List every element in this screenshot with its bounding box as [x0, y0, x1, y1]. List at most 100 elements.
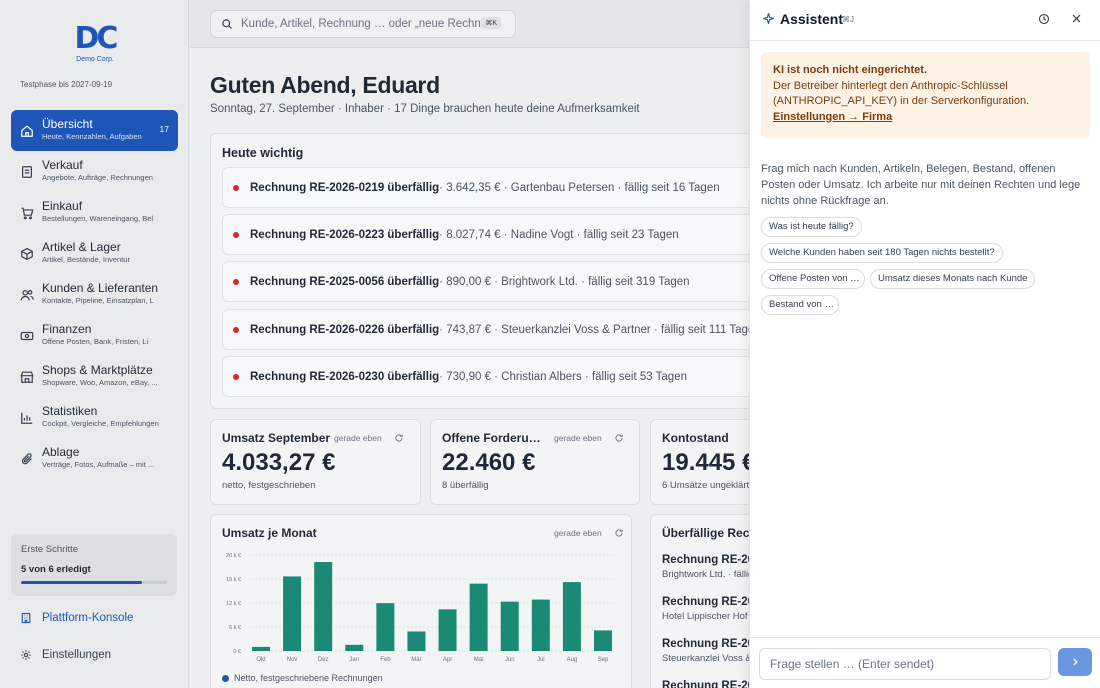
bar-apr[interactable] [438, 609, 457, 651]
settings-label: Einstellungen [42, 649, 112, 661]
kpi-title: Offene Forderungen [442, 431, 547, 445]
x-tick-label: Nov [287, 657, 298, 663]
warning-body: Der Betreiber hinterlegt den Anthropic-S… [773, 79, 1030, 108]
nav-item-kunden-lieferanten[interactable]: Kunden & Lieferanten Kontakte, Pipeline, … [11, 274, 178, 315]
nav-label: Übersicht [42, 117, 93, 131]
logo-mark: DC [74, 21, 119, 56]
kpi-card-umsatz[interactable]: Umsatz September gerade eben 4.033,27 € … [210, 419, 421, 505]
gear-icon [21, 650, 31, 660]
refresh-icon[interactable] [614, 528, 624, 538]
bar-feb[interactable] [376, 603, 395, 651]
bar-jun[interactable] [500, 601, 519, 651]
logo-company-name: Demo Corp. [76, 56, 114, 63]
kpi-card-kontostand[interactable]: Kontostand 19.445 € 6 Umsätze ungeklärt [650, 419, 760, 505]
ai-setup-warning: KI ist noch nicht eingerichtet. Der Betr… [761, 52, 1090, 138]
overdue-item[interactable]: Rechnung RE-2026-0226 Steuerkanzlei Voss … [662, 638, 759, 664]
overdue-item-name: Rechnung RE-2025-0056 [662, 554, 760, 566]
nav-label: Finanzen [42, 322, 92, 336]
settings-company-link[interactable]: Einstellungen → Firma [773, 110, 1078, 126]
kpi-meta: gerade eben [334, 433, 404, 443]
bar-jul[interactable] [531, 599, 550, 651]
bar-mai[interactable] [469, 583, 488, 651]
revenue-bar-chart: 0 € 6 k € 12 k € 19 k € 20 k € Okt Nov Dez Jan Fe… [226, 553, 613, 663]
company-logo[interactable]: DC Demo Corp. [66, 24, 124, 64]
overdue-item[interactable]: Rechnung RE-2026-0219 [662, 680, 760, 688]
nav-sublabel: Artikel, Bestände, Inventur [42, 255, 130, 264]
today-item[interactable]: Rechnung RE-2026-0230 überfällig · 730,9… [222, 356, 762, 397]
global-search[interactable]: Kunde, Artikel, Rechnung … oder „neue Re… [210, 10, 516, 38]
platform-console-label: Plattform-Konsole [42, 612, 134, 624]
bar-dez[interactable] [314, 562, 333, 651]
y-tick-label: 12 k € [226, 601, 241, 607]
send-button[interactable] [1058, 648, 1092, 676]
today-item[interactable]: Rechnung RE-2025-0056 überfällig · 890,0… [222, 261, 762, 302]
today-item[interactable]: Rechnung RE-2026-0226 überfällig · 743,8… [222, 309, 762, 350]
today-item[interactable]: Rechnung RE-2026-0223 überfällig · 8.027… [222, 214, 762, 255]
bar-jan[interactable] [345, 644, 364, 651]
question-input[interactable]: Frage stellen … (Enter sendet) [759, 648, 1051, 680]
overdue-item-name: Rechnung RE-2026-0219 [662, 680, 760, 688]
refresh-icon[interactable] [614, 433, 624, 443]
alert-dot [233, 373, 239, 380]
platform-console-link[interactable]: Plattform-Konsole [20, 612, 133, 624]
legend-swatch [222, 674, 229, 682]
building-icon [21, 612, 31, 624]
bar-nov[interactable] [283, 576, 302, 651]
home-icon [21, 125, 33, 137]
assistant-shortcut: ⌘J [842, 15, 854, 24]
kpi-title: Kontostand [662, 431, 729, 445]
nav-item-statistiken[interactable]: Statistiken Cockpit, Vergleiche, Empfehlu… [11, 397, 178, 438]
kpi-sub: 8 überfällig [442, 480, 489, 491]
receipt-icon [22, 166, 32, 178]
bar-mär[interactable] [407, 631, 426, 651]
nav-item-finanzen[interactable]: Finanzen Offene Posten, Bank, Fristen, Li [11, 315, 178, 356]
suggestion-chip[interactable]: Offene Posten von … [761, 269, 865, 289]
overdue-invoices-card: Überfällige Rechnungen Rechnung RE-2025-… [650, 514, 760, 688]
x-tick-label: Jun [505, 657, 515, 663]
suggestion-chip[interactable]: Was ist heute fällig? [761, 217, 862, 237]
nav-label: Einkauf [42, 199, 83, 213]
nav-item-ablage[interactable]: Ablage Verträge, Fotos, Aufmaße – mit ... [11, 438, 178, 479]
x-tick-label: Sep [598, 657, 609, 663]
bar-sep[interactable] [594, 630, 612, 651]
overdue-item[interactable]: Rechnung RE-2025-0056 Brightwork Ltd. · f… [662, 554, 760, 580]
nav-label: Statistiken [42, 404, 98, 418]
alert-dot [233, 231, 239, 238]
nav-item-einkauf[interactable]: Einkauf Bestellungen, Wareneingang, Bel [11, 192, 178, 233]
main-content: Kunde, Artikel, Rechnung … oder „neue Re… [190, 0, 770, 688]
suggestion-chip[interactable]: Umsatz dieses Monats nach Kunde [870, 269, 1036, 289]
nav-label: Kunden & Lieferanten [42, 281, 159, 295]
suggestion-chip[interactable]: Bestand von … [761, 295, 839, 315]
paperclip-icon [21, 453, 32, 465]
overdue-item-name: Rechnung RE-2026-0131 [662, 596, 760, 608]
settings-link[interactable]: Einstellungen [20, 649, 111, 661]
nav-item-artikel-lager[interactable]: Artikel & Lager Artikel, Bestände, Invent… [11, 233, 178, 274]
today-item[interactable]: Rechnung RE-2026-0219 überfällig · 3.642… [222, 167, 762, 208]
refresh-icon[interactable] [394, 433, 404, 443]
x-tick-label: Mai [474, 657, 484, 663]
sidebar: DC Demo Corp. Testphase bis 2027-09-19 Ü… [0, 0, 189, 688]
overdue-item[interactable]: Rechnung RE-2026-0131 Hotel Lippischer Ho… [662, 596, 760, 622]
alert-dot [233, 278, 239, 285]
revenue-chart-card: Umsatz je Monat gerade eben 0 € 6 k € 12 k… [210, 514, 632, 688]
chart-legend: Netto, festgeschriebene Rechnungen [222, 673, 383, 683]
y-tick-label: 20 k € [226, 553, 241, 559]
bar-aug[interactable] [562, 582, 581, 651]
bar-okt[interactable] [252, 646, 270, 651]
history-icon[interactable] [1038, 13, 1050, 25]
steps-progress-text: 5 von 6 erledigt [21, 564, 91, 575]
kpi-card-forderungen[interactable]: Offene Forderungen gerade eben 22.460 € … [430, 419, 640, 505]
kpi-updated: gerade eben [334, 433, 382, 443]
nav-item-uebersicht[interactable]: Übersicht Heute, Kennzahlen, Aufgaben 17 [11, 110, 178, 151]
suggestion-chip[interactable]: Welche Kunden haben seit 180 Tagen nicht… [761, 243, 1003, 263]
y-tick-label: 0 € [233, 649, 241, 655]
y-tick-label: 19 k € [226, 577, 241, 583]
shop-icon [20, 371, 34, 383]
today-item-details: · 743,87 € · Steuerkanzlei Voss & Partne… [439, 323, 761, 336]
search-icon [222, 19, 232, 29]
nav-item-verkauf[interactable]: Verkauf Angebote, Aufträge, Rechnungen [11, 151, 178, 192]
close-icon[interactable] [1071, 13, 1082, 24]
nav-item-shops-marktplaetze[interactable]: Shops & Marktplätze Shopware, Woo, Amazon… [11, 356, 178, 397]
onboarding-steps[interactable]: Erste Schritte 5 von 6 erledigt [11, 534, 177, 596]
y-tick-label: 6 k € [229, 625, 241, 631]
